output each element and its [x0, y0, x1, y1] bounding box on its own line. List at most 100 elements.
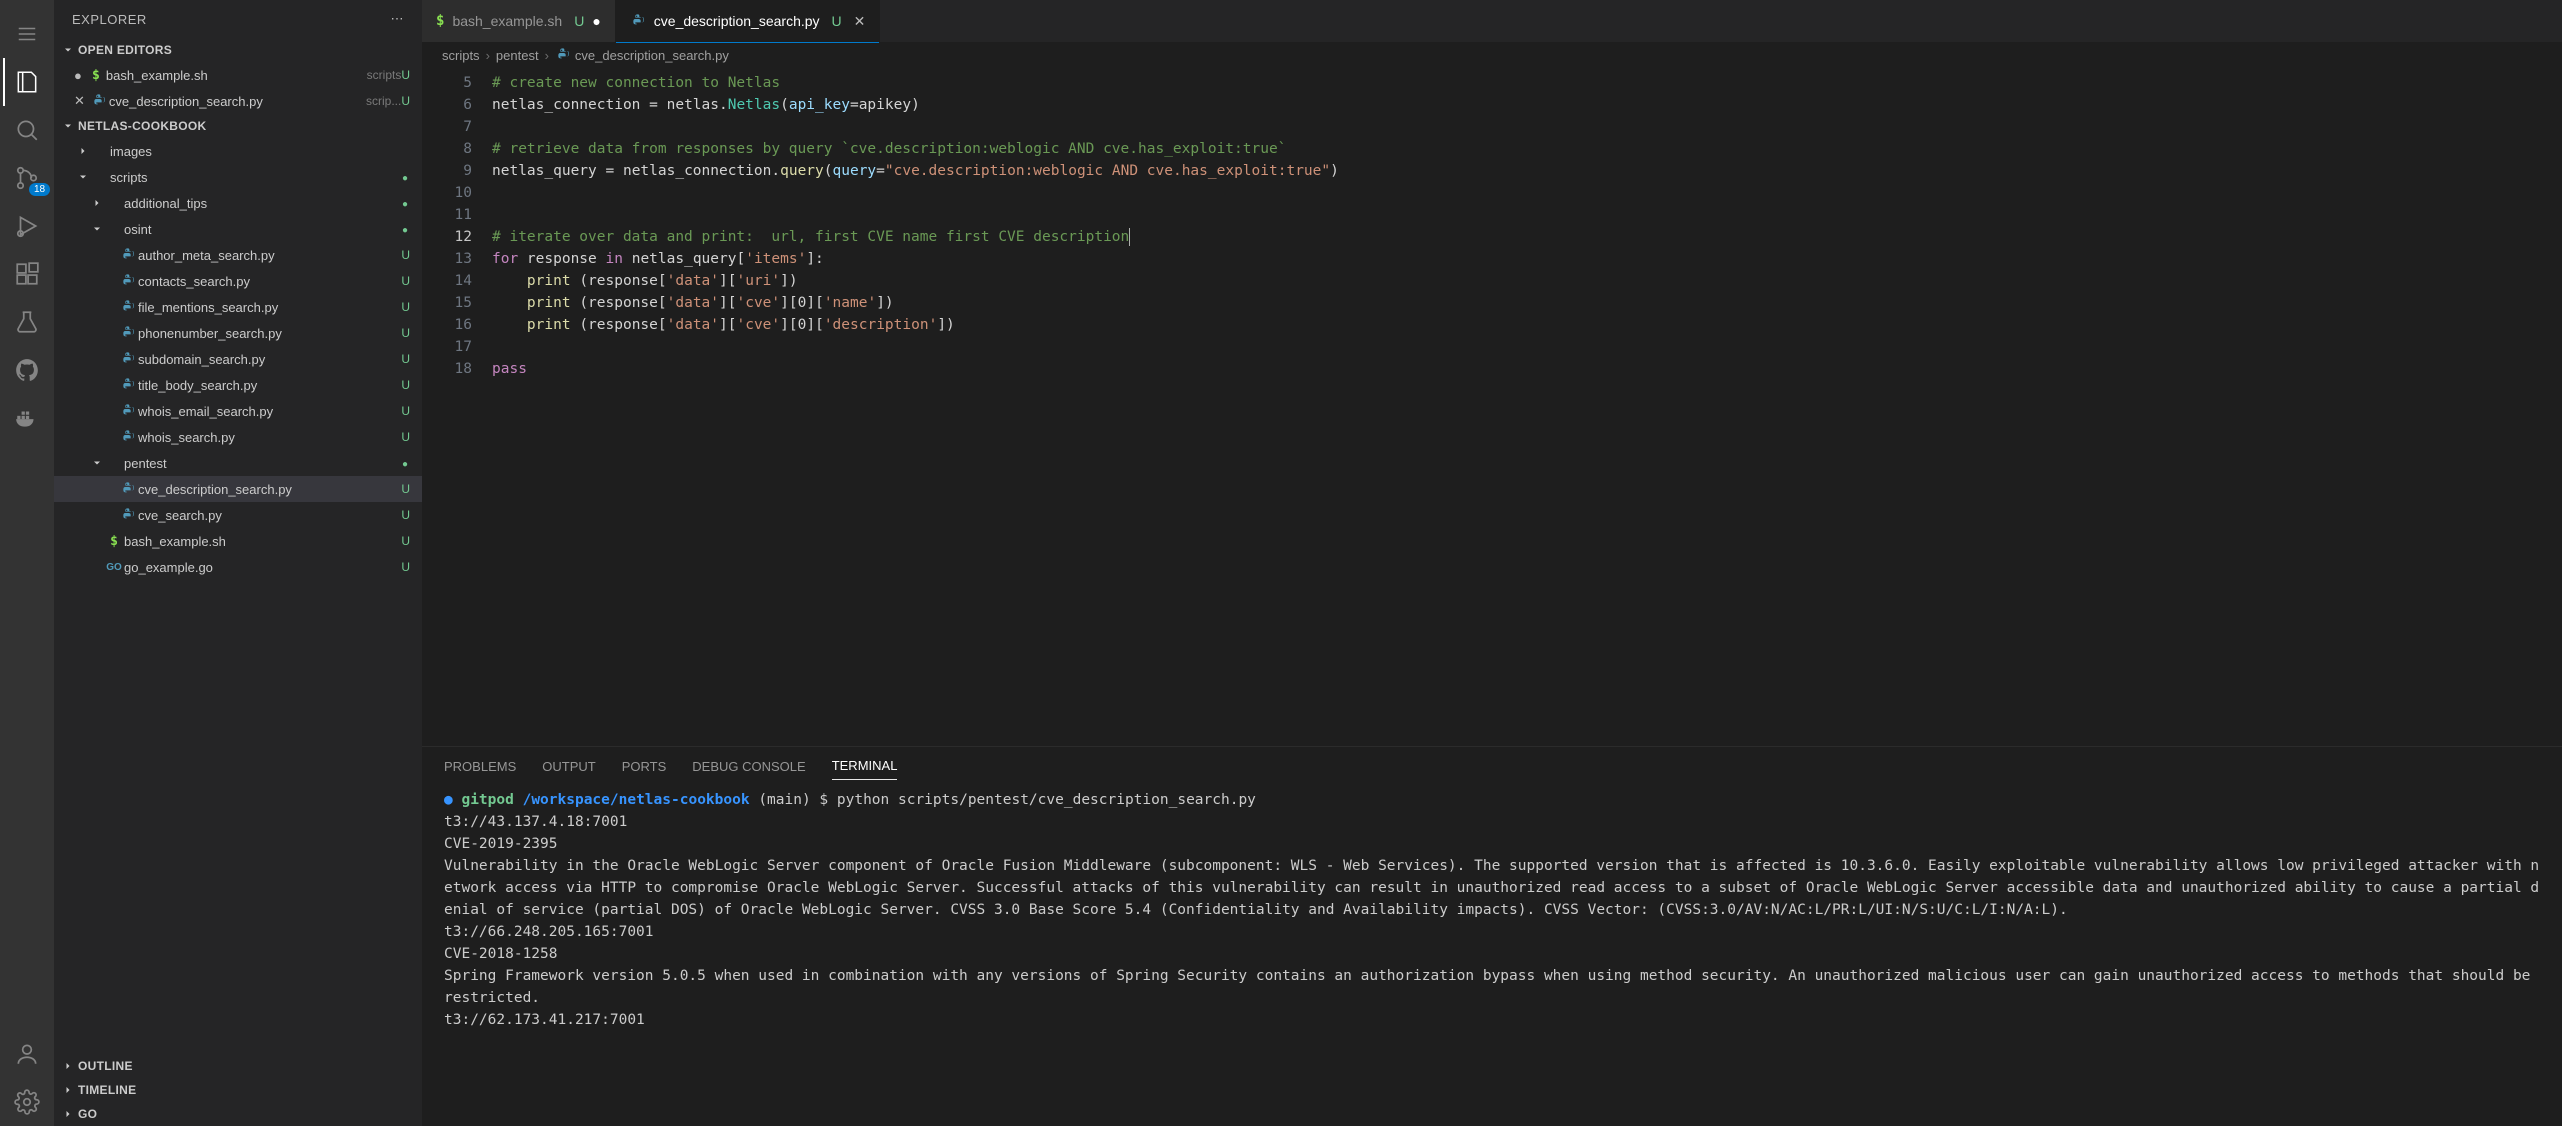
explorer-icon[interactable] [3, 58, 51, 106]
github-icon[interactable] [3, 346, 51, 394]
go-header[interactable]: GO [54, 1102, 422, 1126]
file-item[interactable]: title_body_search.pyU [54, 372, 422, 398]
git-status: U [401, 482, 410, 496]
python-icon [118, 299, 138, 315]
docker-icon[interactable] [3, 394, 51, 442]
chevron-right-icon [76, 145, 90, 157]
tree-label: whois_email_search.py [138, 404, 401, 419]
tree-label: phonenumber_search.py [138, 326, 401, 341]
panel-tab[interactable]: TERMINAL [832, 752, 898, 780]
main-area: $bash_example.shU● cve_description_search… [422, 0, 2562, 1126]
search-icon[interactable] [3, 106, 51, 154]
code-line[interactable]: netlas_query = netlas_connection.query(q… [492, 160, 2562, 182]
line-number: 18 [422, 358, 472, 380]
git-status: U [401, 274, 410, 288]
panel-tabs: PROBLEMS OUTPUT PORTS DEBUG CONSOLE TERMINAL [422, 747, 2562, 785]
code-line[interactable]: print (response['data']['cve'][0]['name'… [492, 292, 2562, 314]
file-item[interactable]: whois_email_search.pyU [54, 398, 422, 424]
tree-label: title_body_search.py [138, 378, 401, 393]
line-gutter: 56789101112131415161718 [422, 72, 492, 746]
file-item[interactable]: author_meta_search.pyU [54, 242, 422, 268]
tree-label: osint [124, 222, 402, 237]
breadcrumb-item[interactable]: scripts [442, 48, 480, 63]
editor-tab[interactable]: cve_description_search.pyU✕ [616, 0, 881, 42]
panel-tab[interactable]: DEBUG CONSOLE [692, 753, 805, 780]
editor-tab[interactable]: $bash_example.shU● [422, 0, 616, 42]
timeline-header[interactable]: TIMELINE [54, 1078, 422, 1102]
panel-tab[interactable]: PROBLEMS [444, 753, 516, 780]
folder-item[interactable]: images [54, 138, 422, 164]
file-item[interactable]: file_mentions_search.pyU [54, 294, 422, 320]
settings-gear-icon[interactable] [3, 1078, 51, 1126]
code-line[interactable]: netlas_connection = netlas.Netlas(api_ke… [492, 94, 2562, 116]
git-status: U [401, 68, 410, 82]
source-control-icon[interactable]: 18 [3, 154, 51, 202]
open-editor-item[interactable]: ●$bash_example.shscriptsU [54, 62, 422, 88]
tree-label: cve_description_search.py [138, 482, 401, 497]
folder-item[interactable]: pentest [54, 450, 422, 476]
code-line[interactable]: # create new connection to Netlas [492, 72, 2562, 94]
file-item[interactable]: cve_description_search.pyU [54, 476, 422, 502]
file-item[interactable]: $bash_example.shU [54, 528, 422, 554]
open-editors-header[interactable]: OPEN EDITORS [54, 38, 422, 62]
more-icon[interactable]: ⋯ [391, 11, 405, 27]
account-icon[interactable] [3, 1030, 51, 1078]
file-item[interactable]: phonenumber_search.pyU [54, 320, 422, 346]
outline-header[interactable]: OUTLINE [54, 1054, 422, 1078]
code-line[interactable] [492, 182, 2562, 204]
open-editor-item[interactable]: ✕cve_description_search.pyscrip...U [54, 88, 422, 114]
close-icon[interactable]: ✕ [854, 13, 866, 30]
code-line[interactable]: pass [492, 358, 2562, 380]
file-item[interactable]: contacts_search.pyU [54, 268, 422, 294]
go-icon: GO [104, 562, 124, 573]
terminal-output[interactable]: ● gitpod /workspace/netlas-cookbook (mai… [422, 785, 2562, 1126]
menu-icon[interactable] [3, 10, 51, 58]
file-item[interactable]: cve_search.pyU [54, 502, 422, 528]
git-status: U [401, 352, 410, 366]
code-line[interactable]: print (response['data']['cve'][0]['descr… [492, 314, 2562, 336]
file-item[interactable]: whois_search.pyU [54, 424, 422, 450]
code-line[interactable] [492, 116, 2562, 138]
line-number: 11 [422, 204, 472, 226]
git-status: U [574, 13, 584, 29]
tree-label: additional_tips [124, 196, 402, 211]
python-icon [118, 429, 138, 445]
python-icon [118, 507, 138, 523]
file-item[interactable]: subdomain_search.pyU [54, 346, 422, 372]
code-line[interactable]: # iterate over data and print: url, firs… [492, 226, 2562, 248]
run-debug-icon[interactable] [3, 202, 51, 250]
git-status: U [832, 13, 842, 29]
python-icon [555, 47, 571, 63]
folder-item[interactable]: osint [54, 216, 422, 242]
folder-item[interactable]: scripts [54, 164, 422, 190]
panel-tab[interactable]: OUTPUT [542, 753, 595, 780]
code-line[interactable]: print (response['data']['uri']) [492, 270, 2562, 292]
extensions-icon[interactable] [3, 250, 51, 298]
folder-item[interactable]: additional_tips [54, 190, 422, 216]
git-status: U [401, 94, 410, 108]
breadcrumb-item[interactable]: pentest [496, 48, 539, 63]
code-content[interactable]: # create new connection to Netlasnetlas_… [492, 72, 2562, 746]
code-line[interactable] [492, 204, 2562, 226]
editor-tabs: $bash_example.shU●cve_description_search… [422, 0, 2562, 42]
line-number: 8 [422, 138, 472, 160]
file-item[interactable]: GOgo_example.goU [54, 554, 422, 580]
git-status: U [401, 560, 410, 574]
line-number: 10 [422, 182, 472, 204]
editor[interactable]: 56789101112131415161718 # create new con… [422, 68, 2562, 746]
git-status: U [401, 326, 410, 340]
project-header[interactable]: NETLAS-COOKBOOK [54, 114, 422, 138]
close-icon[interactable]: ✕ [74, 93, 85, 109]
code-line[interactable] [492, 336, 2562, 358]
beaker-icon[interactable] [3, 298, 51, 346]
python-icon [118, 377, 138, 393]
tree-label: contacts_search.py [138, 274, 401, 289]
code-line[interactable]: # retrieve data from responses by query … [492, 138, 2562, 160]
panel-tab[interactable]: PORTS [622, 753, 667, 780]
tree-label: go_example.go [124, 560, 401, 575]
breadcrumb-item[interactable]: cve_description_search.py [555, 47, 729, 63]
git-status [402, 196, 410, 210]
activity-bar: 18 [0, 0, 54, 1126]
breadcrumbs[interactable]: scripts›pentest›cve_description_search.p… [422, 42, 2562, 68]
code-line[interactable]: for response in netlas_query['items']: [492, 248, 2562, 270]
